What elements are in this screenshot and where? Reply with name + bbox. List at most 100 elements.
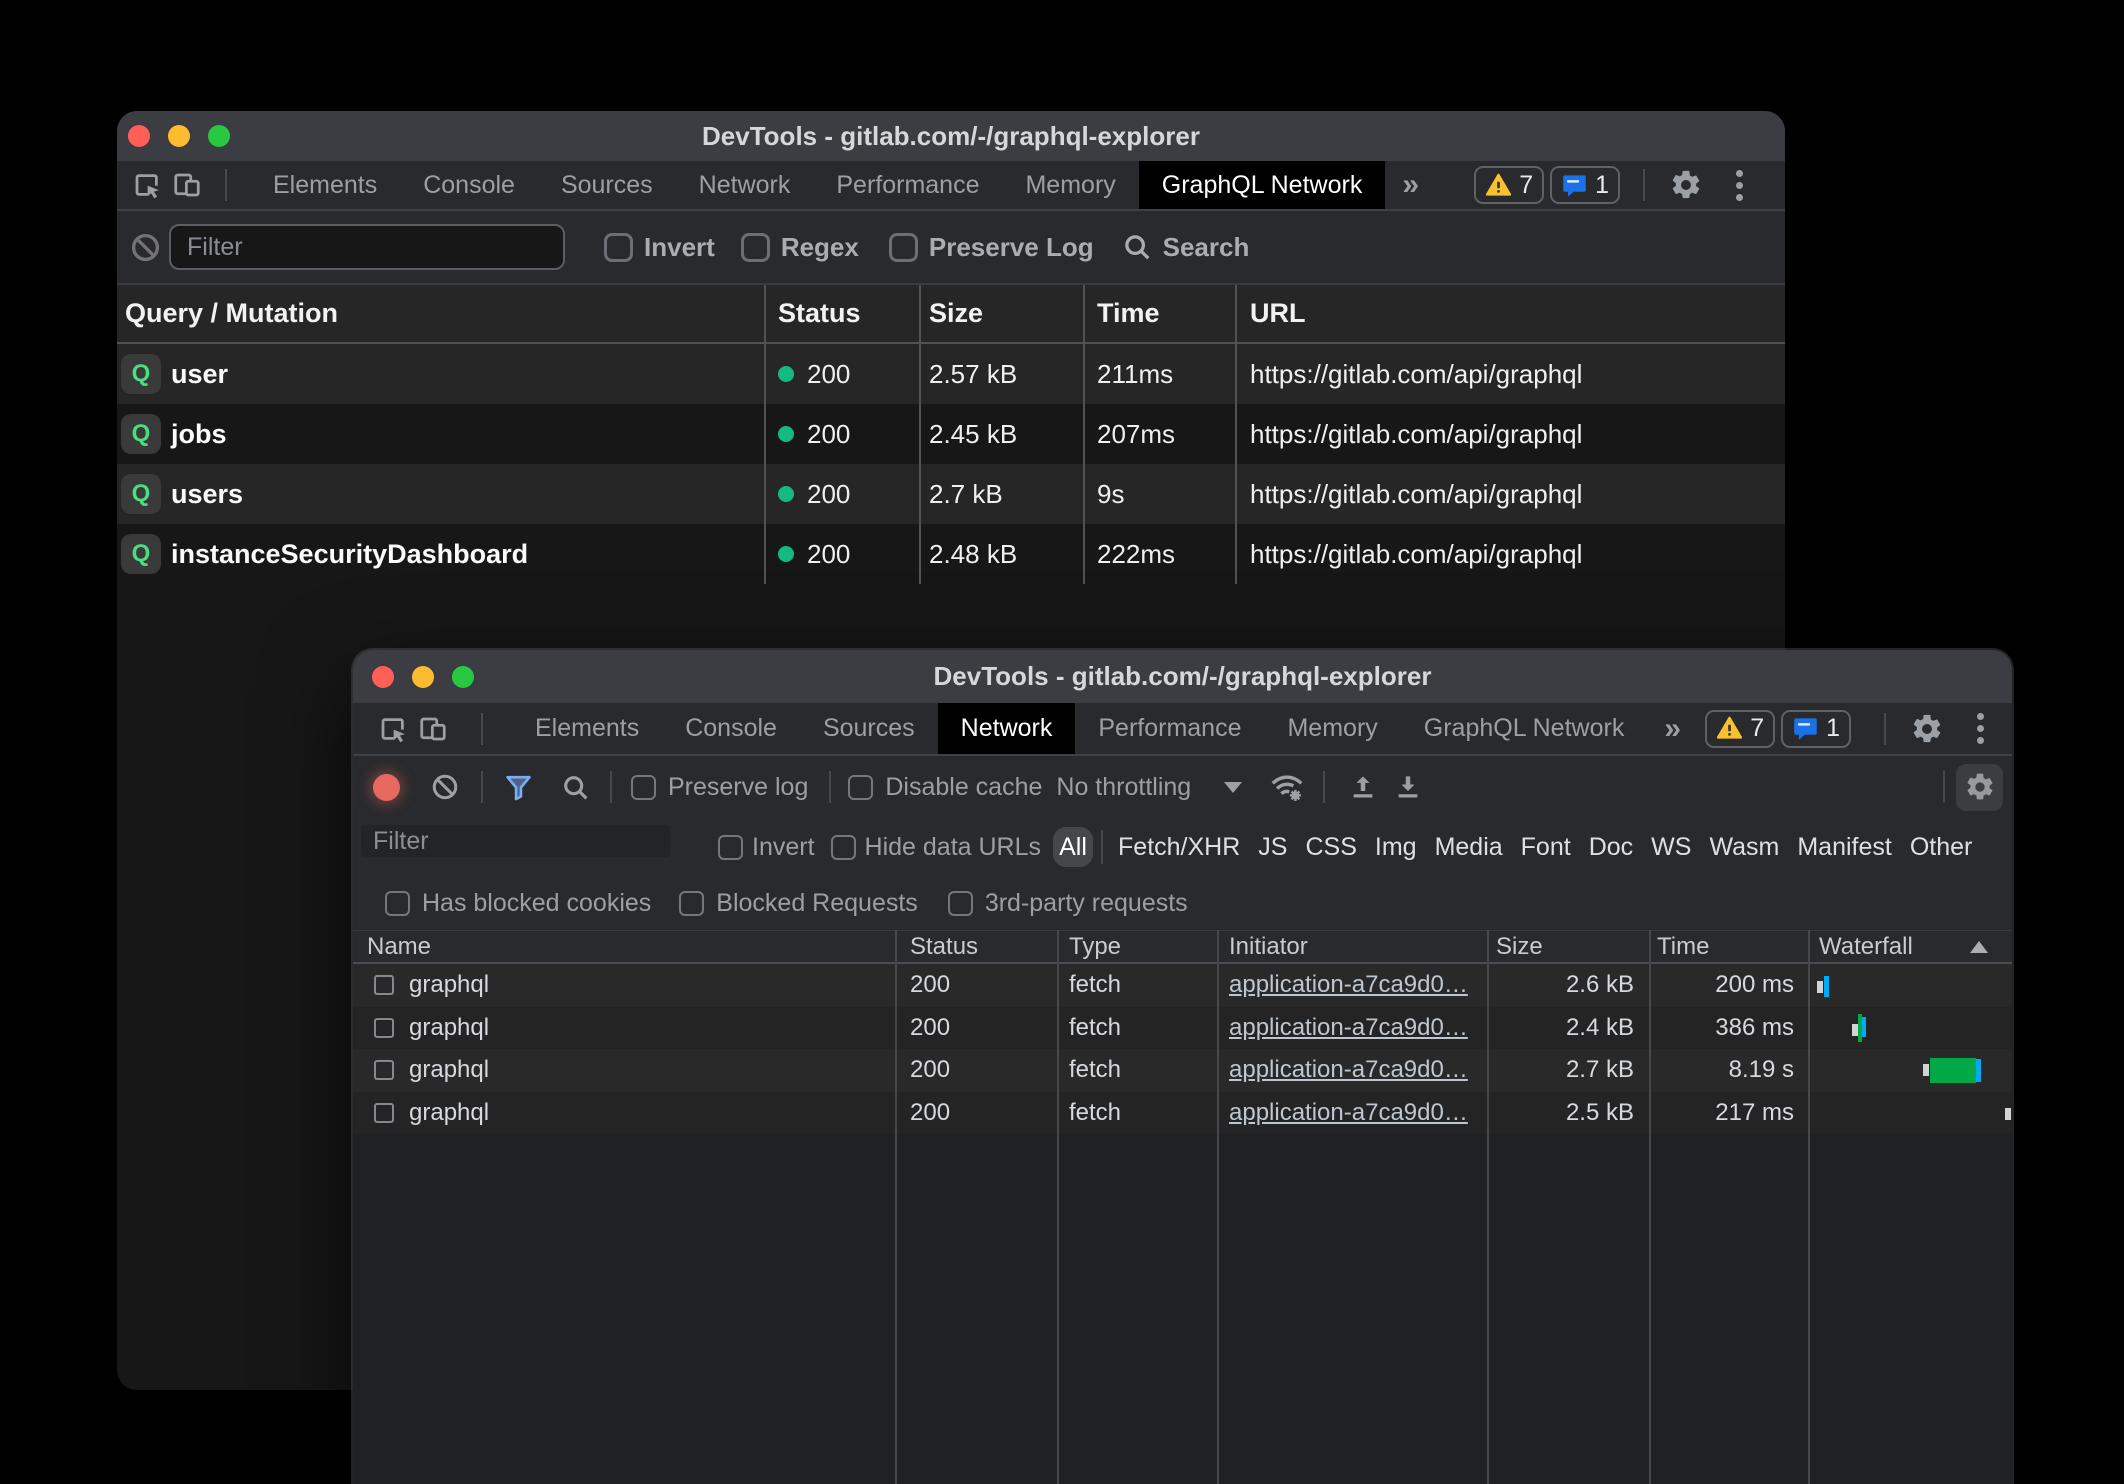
tab-performance[interactable]: Performance: [813, 161, 1002, 209]
tab-sources[interactable]: Sources: [538, 161, 676, 209]
tab-performance[interactable]: Performance: [1075, 703, 1264, 754]
import-har-icon[interactable]: [1348, 772, 1378, 802]
hide-data-urls-checkbox[interactable]: [831, 835, 856, 860]
col-waterfall[interactable]: Waterfall: [1808, 933, 2012, 961]
invert-checkbox[interactable]: [604, 233, 633, 262]
back-warnings-badge[interactable]: 7: [1474, 166, 1544, 204]
throttling-select[interactable]: No throttling: [1056, 773, 1191, 802]
back-issues-badge[interactable]: 1: [1550, 166, 1620, 204]
menu-kebab-icon[interactable]: [1977, 713, 1984, 744]
col-initiator[interactable]: Initiator: [1217, 933, 1487, 961]
request-row[interactable]: graphql 200 fetch application-a7ca9d0… 2…: [353, 1007, 2012, 1050]
settings-gear-icon[interactable]: [1910, 712, 1944, 746]
network-filter-input[interactable]: Filter: [361, 825, 670, 857]
menu-kebab-icon[interactable]: [1736, 170, 1743, 201]
request-size: 2.5 kB: [1487, 1092, 1649, 1135]
more-tabs-icon[interactable]: »: [1664, 712, 1681, 746]
col-time[interactable]: Time: [1083, 285, 1235, 342]
network-settings-button[interactable]: [1956, 764, 2003, 811]
tab-elements[interactable]: Elements: [512, 703, 662, 754]
clear-network-log-icon[interactable]: [431, 773, 459, 801]
tab-console[interactable]: Console: [400, 161, 538, 209]
filter-chip-manifest[interactable]: Manifest: [1797, 833, 1891, 862]
has-blocked-cookies-checkbox[interactable]: [385, 891, 410, 916]
table-row[interactable]: Quser 200 2.57 kB 211ms https://gitlab.c…: [117, 344, 1785, 404]
invert-checkbox[interactable]: [718, 835, 743, 860]
col-size[interactable]: Size: [1487, 933, 1649, 961]
row-checkbox[interactable]: [374, 975, 394, 995]
tab-memory[interactable]: Memory: [1264, 703, 1400, 754]
search-icon[interactable]: [1122, 232, 1152, 262]
back-tabs: Elements Console Sources Network Perform…: [250, 161, 1385, 209]
table-row[interactable]: Qjobs 200 2.45 kB 207ms https://gitlab.c…: [117, 404, 1785, 464]
back-titlebar[interactable]: DevTools - gitlab.com/-/graphql-explorer: [117, 111, 1785, 161]
filter-chip-ws[interactable]: WS: [1651, 833, 1691, 862]
initiator-link[interactable]: application-a7ca9d0…: [1229, 1014, 1468, 1042]
tab-graphql-network[interactable]: GraphQL Network: [1139, 161, 1386, 209]
filter-chip-all[interactable]: All: [1053, 827, 1093, 867]
more-tabs-icon[interactable]: »: [1402, 168, 1419, 202]
col-status[interactable]: Status: [895, 933, 1057, 961]
front-warnings-badge[interactable]: 7: [1705, 710, 1775, 748]
clear-icon[interactable]: [130, 232, 161, 263]
record-button[interactable]: [373, 774, 400, 801]
row-checkbox[interactable]: [374, 1018, 394, 1038]
tab-network[interactable]: Network: [938, 703, 1076, 754]
export-har-icon[interactable]: [1393, 772, 1423, 802]
row-checkbox[interactable]: [374, 1103, 394, 1123]
regex-label: Regex: [781, 232, 859, 263]
settings-gear-icon[interactable]: [1669, 168, 1703, 202]
filter-chip-doc[interactable]: Doc: [1589, 833, 1633, 862]
device-toolbar-icon[interactable]: [418, 714, 448, 744]
network-conditions-icon[interactable]: [1269, 769, 1305, 805]
col-status[interactable]: Status: [764, 285, 919, 342]
filter-icon[interactable]: [503, 772, 534, 803]
tab-memory[interactable]: Memory: [1002, 161, 1138, 209]
col-size[interactable]: Size: [919, 285, 1083, 342]
search-icon[interactable]: [561, 773, 590, 802]
preserve-log-checkbox[interactable]: [631, 775, 656, 800]
front-issues-badge[interactable]: 1: [1781, 710, 1851, 748]
filter-chip-img[interactable]: Img: [1375, 833, 1417, 862]
request-row[interactable]: graphql 200 fetch application-a7ca9d0… 2…: [353, 1092, 2012, 1135]
preserve-log-checkbox[interactable]: [889, 233, 918, 262]
filter-chip-css[interactable]: CSS: [1305, 833, 1356, 862]
tab-console[interactable]: Console: [662, 703, 800, 754]
col-type[interactable]: Type: [1057, 933, 1217, 961]
table-row[interactable]: QinstanceSecurityDashboard 200 2.48 kB 2…: [117, 524, 1785, 584]
row-checkbox[interactable]: [374, 1060, 394, 1080]
col-query-mutation[interactable]: Query / Mutation: [117, 285, 764, 342]
filter-chip-font[interactable]: Font: [1521, 833, 1571, 862]
initiator-link[interactable]: application-a7ca9d0…: [1229, 1099, 1468, 1127]
back-table-header: Query / Mutation Status Size Time URL: [117, 285, 1785, 344]
col-name[interactable]: Name: [353, 933, 895, 961]
third-party-requests-checkbox[interactable]: [948, 891, 973, 916]
tab-elements[interactable]: Elements: [250, 161, 400, 209]
regex-checkbox[interactable]: [741, 233, 770, 262]
tab-graphql-network[interactable]: GraphQL Network: [1401, 703, 1648, 754]
request-status: 200: [895, 1007, 1057, 1050]
col-url[interactable]: URL: [1235, 285, 1785, 342]
initiator-link[interactable]: application-a7ca9d0…: [1229, 1056, 1468, 1084]
device-toolbar-icon[interactable]: [172, 170, 202, 200]
inspect-element-icon[interactable]: [378, 714, 408, 744]
col-time[interactable]: Time: [1649, 933, 1808, 961]
initiator-link[interactable]: application-a7ca9d0…: [1229, 971, 1468, 999]
filter-chip-fetch-xhr[interactable]: Fetch/XHR: [1118, 833, 1240, 862]
front-titlebar[interactable]: DevTools - gitlab.com/-/graphql-explorer: [353, 650, 2012, 703]
filter-chip-js[interactable]: JS: [1258, 833, 1287, 862]
tab-network[interactable]: Network: [676, 161, 814, 209]
tab-sources[interactable]: Sources: [800, 703, 938, 754]
inspect-element-icon[interactable]: [132, 170, 162, 200]
request-row[interactable]: graphql 200 fetch application-a7ca9d0… 2…: [353, 964, 2012, 1007]
table-row[interactable]: Qusers 200 2.7 kB 9s https://gitlab.com/…: [117, 464, 1785, 524]
time-value: 9s: [1083, 464, 1235, 524]
back-filter-input[interactable]: Filter: [169, 224, 565, 270]
blocked-requests-checkbox[interactable]: [679, 891, 704, 916]
request-row[interactable]: graphql 200 fetch application-a7ca9d0… 2…: [353, 1049, 2012, 1092]
filter-chip-wasm[interactable]: Wasm: [1709, 833, 1779, 862]
chevron-down-icon[interactable]: [1224, 782, 1242, 793]
filter-chip-media[interactable]: Media: [1435, 833, 1503, 862]
filter-chip-other[interactable]: Other: [1910, 833, 1973, 862]
disable-cache-checkbox[interactable]: [848, 775, 873, 800]
